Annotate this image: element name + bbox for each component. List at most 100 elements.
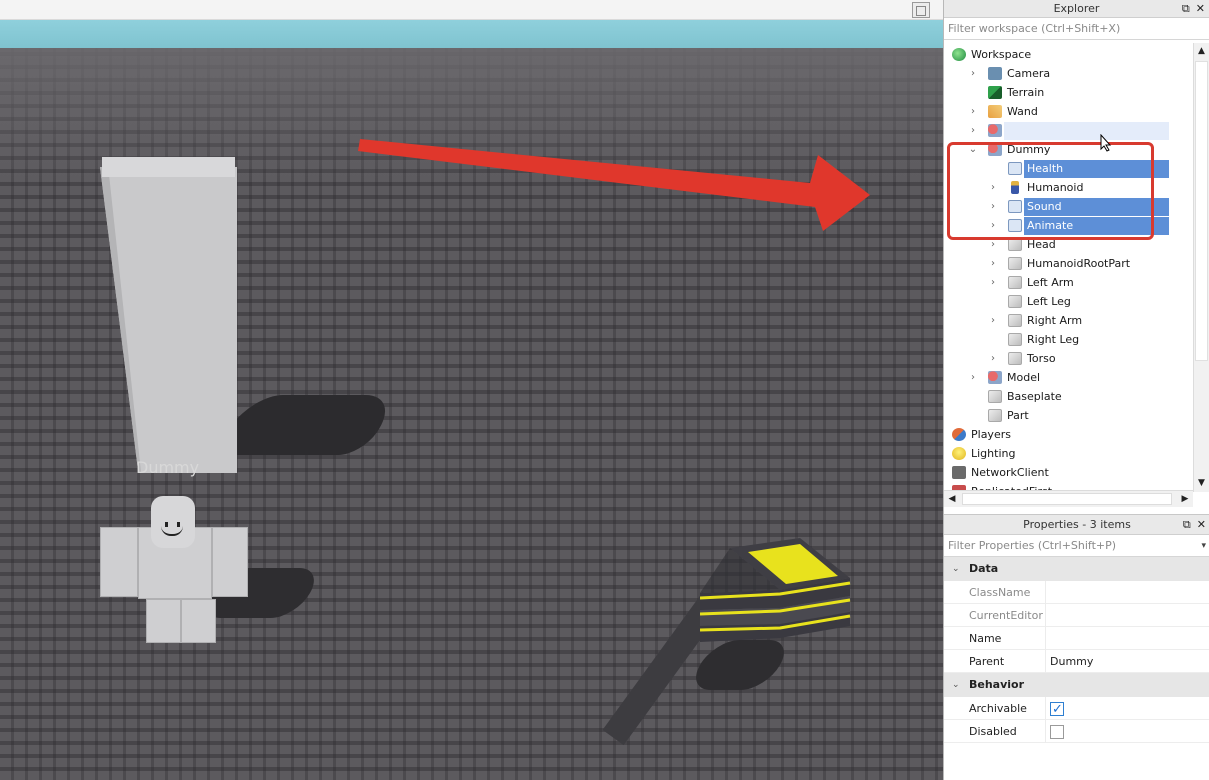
hscroll-thumb[interactable] — [962, 493, 1172, 505]
prop-row-disabled[interactable]: Disabled — [944, 720, 1209, 743]
properties-header: Properties - 3 items ⧉ ✕ — [944, 515, 1209, 535]
tree-item-label: HumanoidRootPart — [1027, 257, 1131, 270]
tree-item-terrain[interactable]: Terrain — [944, 83, 1191, 102]
explorer-filter-placeholder: Filter workspace (Ctrl+Shift+X) — [948, 22, 1121, 35]
tree-item-right-leg[interactable]: Right Leg — [944, 330, 1191, 349]
explorer-filter-input[interactable]: Filter workspace (Ctrl+Shift+X) — [944, 18, 1209, 40]
explorer-tree[interactable]: Workspace › Camera Terrain › Wand › ⌄ Dummy Healt… — [944, 43, 1191, 490]
tree-item-workspace[interactable]: Workspace — [944, 45, 1191, 64]
chevron-right-icon[interactable]: › — [988, 311, 998, 330]
tool-icon — [988, 105, 1002, 118]
tree-item-label: ReplicatedFirst — [971, 482, 1052, 490]
tree-item-players[interactable]: Players — [944, 425, 1191, 444]
scroll-up-icon[interactable]: ▲ — [1194, 43, 1209, 60]
tree-item-camera[interactable]: › Camera — [944, 64, 1191, 83]
properties-filter-placeholder: Filter Properties (Ctrl+Shift+P) — [948, 539, 1117, 552]
properties-panel: Properties - 3 items ⧉ ✕ Filter Propertie… — [944, 514, 1209, 780]
tree-item-label: Camera — [1007, 67, 1051, 80]
model-icon — [988, 371, 1002, 384]
chevron-right-icon[interactable]: › — [988, 273, 998, 292]
section-data[interactable]: ⌄ Data — [944, 557, 1209, 581]
tree-item-baseplate[interactable]: Baseplate — [944, 387, 1191, 406]
tree-item-replicatedfirst[interactable]: ReplicatedFirst — [944, 482, 1191, 490]
tree-item-lighting[interactable]: Lighting — [944, 444, 1191, 463]
prop-row-name[interactable]: Name — [944, 627, 1209, 650]
3d-viewport[interactable]: Dummy — [0, 0, 943, 780]
chevron-down-icon: ⌄ — [952, 680, 960, 690]
section-label: Behavior — [969, 678, 1025, 691]
tree-item-torso[interactable]: › Torso — [944, 349, 1191, 368]
layout-toggle-icon[interactable] — [912, 2, 930, 18]
tree-item[interactable]: › — [944, 121, 1191, 140]
part-icon — [1008, 352, 1022, 365]
tree-item-part[interactable]: Part — [944, 406, 1191, 425]
tree-item-label: Terrain — [1007, 86, 1045, 99]
tree-item-wand[interactable]: › Wand — [944, 102, 1191, 121]
chevron-right-icon[interactable]: › — [988, 254, 998, 273]
prop-row-archivable[interactable]: Archivable — [944, 697, 1209, 721]
tree-item-label: Right Leg — [1027, 333, 1080, 346]
archivable-checkbox[interactable] — [1050, 698, 1064, 721]
tall-part[interactable] — [100, 157, 237, 473]
chevron-right-icon[interactable]: › — [968, 368, 978, 387]
tree-item-label: Left Leg — [1027, 295, 1071, 308]
explorer-horizontal-scrollbar[interactable]: ◀ ▶ — [944, 490, 1193, 507]
part-icon — [988, 409, 1002, 422]
prop-key: Disabled — [969, 725, 1017, 738]
dock-icon[interactable]: ⧉ — [1183, 518, 1191, 531]
explorer-header: Explorer ⧉ ✕ — [944, 0, 1209, 18]
scroll-down-icon[interactable]: ▼ — [1194, 475, 1209, 492]
chevron-right-icon[interactable]: › — [968, 121, 978, 140]
close-icon[interactable]: ✕ — [1197, 518, 1206, 531]
smile-face-icon — [161, 526, 183, 536]
terrain-icon — [988, 86, 1002, 99]
prop-row-classname[interactable]: ClassName — [944, 581, 1209, 604]
scroll-right-icon[interactable]: ▶ — [1177, 491, 1193, 507]
prop-key: Archivable — [969, 702, 1027, 715]
explorer-vertical-scrollbar[interactable]: ▲ ▼ — [1193, 43, 1209, 492]
dummy-right-arm — [212, 527, 248, 597]
tree-item-label: Part — [1007, 409, 1029, 422]
viewport-toolbar-strip — [0, 0, 943, 20]
section-label: Data — [969, 562, 999, 575]
scroll-thumb[interactable] — [1195, 61, 1208, 361]
tree-item-label: Right Arm — [1027, 314, 1083, 327]
dock-icon[interactable]: ⧉ — [1182, 2, 1190, 15]
tree-item-model[interactable]: › Model — [944, 368, 1191, 387]
annotation-arrow — [358, 139, 870, 231]
side-panel: Explorer ⧉ ✕ Filter workspace (Ctrl+Shift… — [943, 0, 1209, 780]
lighting-icon — [952, 447, 966, 460]
tree-item-left-arm[interactable]: › Left Arm — [944, 273, 1191, 292]
dummy-nametag: Dummy — [136, 458, 200, 477]
dummy-left-leg — [146, 599, 181, 643]
chevron-down-icon[interactable]: ▾ — [1201, 535, 1206, 557]
disabled-checkbox[interactable] — [1050, 725, 1064, 739]
part-icon — [988, 390, 1002, 403]
tree-item-networkclient[interactable]: NetworkClient — [944, 463, 1191, 482]
wand-head — [700, 538, 851, 642]
tree-item-left-leg[interactable]: Left Leg — [944, 292, 1191, 311]
tree-item-right-arm[interactable]: › Right Arm — [944, 311, 1191, 330]
prop-row-currenteditor[interactable]: CurrentEditor — [944, 604, 1209, 627]
tree-item-label: Players — [971, 428, 1011, 441]
part-icon — [1008, 333, 1022, 346]
part-icon — [1008, 276, 1022, 289]
annotation-highlight-box — [947, 142, 1154, 240]
part-icon — [1008, 314, 1022, 327]
close-icon[interactable]: ✕ — [1196, 2, 1205, 15]
tree-item-humanoidrootpart[interactable]: › HumanoidRootPart — [944, 254, 1191, 273]
section-behavior[interactable]: ⌄ Behavior — [944, 673, 1209, 697]
properties-filter-input[interactable]: Filter Properties (Ctrl+Shift+P) ▾ — [944, 535, 1209, 557]
prop-key: Parent — [969, 655, 1005, 668]
dummy-left-arm — [100, 527, 138, 597]
chevron-right-icon[interactable]: › — [988, 349, 998, 368]
tree-item-label: Model — [1007, 371, 1041, 384]
prop-row-parent[interactable]: Parent Dummy — [944, 650, 1209, 673]
tree-item-label: Wand — [1007, 105, 1038, 118]
chevron-right-icon[interactable]: › — [968, 102, 978, 121]
tree-item-label: Workspace — [971, 48, 1032, 61]
tree-item-label: Lighting — [971, 447, 1016, 460]
dummy-right-leg — [181, 599, 216, 643]
chevron-right-icon[interactable]: › — [968, 64, 978, 83]
scroll-left-icon[interactable]: ◀ — [944, 491, 960, 507]
